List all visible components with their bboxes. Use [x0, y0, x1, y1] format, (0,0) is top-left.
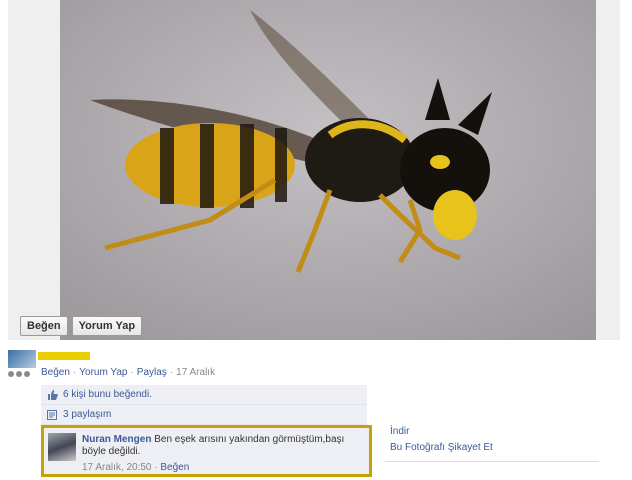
photo-action-buttons: Beğen Yorum Yap: [20, 316, 143, 336]
photo-comment-button[interactable]: Yorum Yap: [71, 316, 143, 336]
report-photo-link[interactable]: Bu Fotoğrafı Şikayet Et: [390, 440, 493, 456]
likes-row: 6 kişi bunu beğendi.: [41, 385, 367, 405]
highlighted-comment: Nuran Mengen Ben eşek arısını yakından g…: [41, 425, 372, 477]
share-link[interactable]: Paylaş: [137, 367, 167, 378]
likes-count-link[interactable]: 6 kişi bunu beğendi.: [63, 389, 152, 400]
like-link[interactable]: Beğen: [41, 367, 70, 378]
shares-count-link[interactable]: 3 paylaşım: [63, 409, 111, 420]
thumbs-up-icon: [48, 389, 58, 400]
download-link[interactable]: İndir: [390, 424, 493, 440]
post-action-bar: Beğen · Yorum Yap · Paylaş · 17 Aralık: [41, 367, 215, 378]
post-date[interactable]: 17 Aralık: [176, 367, 215, 378]
comment-link[interactable]: Yorum Yap: [79, 367, 127, 378]
separator: ·: [169, 367, 174, 378]
comment-meta: 17 Aralık, 20:50 · Beğen: [82, 462, 189, 473]
comment-like-link[interactable]: Beğen: [160, 462, 189, 473]
separator: ·: [72, 367, 77, 378]
photo-like-button[interactable]: Beğen: [20, 316, 68, 336]
comment-timestamp[interactable]: 17 Aralık, 20:50: [82, 462, 152, 473]
privacy-dot-icon: [24, 371, 30, 377]
divider: [385, 461, 599, 462]
privacy-dot-icon: [8, 371, 14, 377]
comment-author-link[interactable]: Nuran Mengen: [82, 434, 151, 445]
privacy-icons: [8, 371, 30, 377]
photo-stage: Beğen Yorum Yap: [8, 0, 620, 340]
photo-options: İndir Bu Fotoğrafı Şikayet Et: [390, 424, 493, 456]
shares-row: 3 paylaşım: [41, 405, 367, 425]
separator: ·: [130, 367, 134, 378]
owner-avatar[interactable]: [8, 350, 36, 368]
feedback-box: 6 kişi bunu beğendi. 3 paylaşım: [41, 385, 367, 425]
commenter-avatar[interactable]: [48, 433, 76, 461]
share-icon: [47, 409, 57, 420]
privacy-dot-icon: [16, 371, 22, 377]
wasp-photo[interactable]: [60, 0, 596, 340]
owner-name-highlight: [38, 352, 90, 360]
comment-body: Nuran Mengen Ben eşek arısını yakından g…: [82, 434, 352, 458]
